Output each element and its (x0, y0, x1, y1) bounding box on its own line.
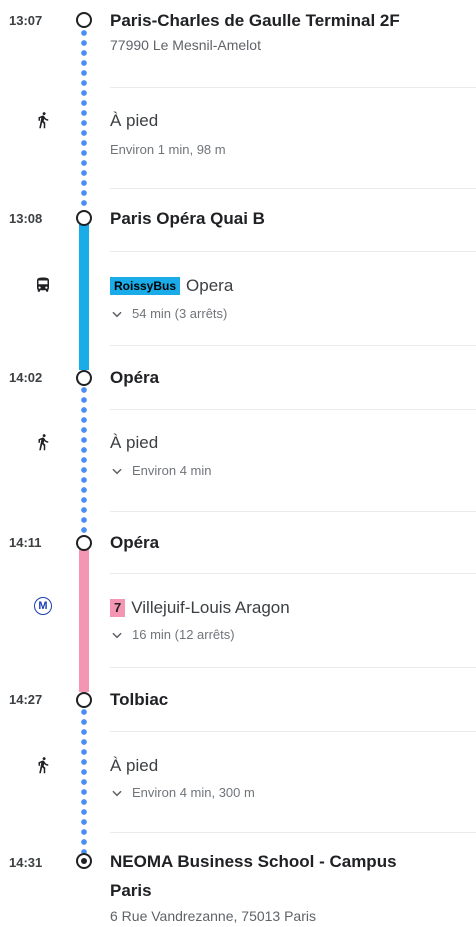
bus-route-line (79, 224, 89, 370)
destination-address: 6 Rue Vandrezanne, 75013 Paris (110, 908, 316, 924)
metro-route-line (79, 549, 89, 692)
walk-dotted-line-1 (79, 28, 89, 208)
walk-detail: Environ 1 min, 98 m (110, 141, 226, 159)
stop-marker (76, 535, 92, 551)
walk-detail-toggle[interactable]: Environ 4 min (110, 462, 211, 480)
stop-name[interactable]: Tolbiac (110, 689, 168, 711)
walking-icon (38, 757, 49, 774)
walk-detail-text: Environ 4 min (132, 463, 212, 478)
stop-marker (76, 692, 92, 708)
metro-icon: M (34, 597, 52, 615)
walking-icon (38, 434, 49, 451)
stop-name[interactable]: Paris Opéra Quai B (110, 208, 265, 230)
divider (110, 667, 476, 668)
metro-symbol: M (38, 600, 48, 612)
metro-line-badge: 7 (110, 599, 126, 617)
divider (110, 87, 476, 88)
stop-time: 13:08 (9, 211, 43, 226)
walk-dotted-line-3 (79, 707, 89, 853)
stop-name[interactable]: Opéra (110, 532, 159, 554)
stop-marker (76, 210, 92, 226)
divider (110, 731, 476, 732)
bus-duration: 54 min (3 arrêts) (132, 306, 228, 321)
walk-detail-toggle[interactable]: Environ 4 min, 300 m (110, 784, 255, 802)
divider (110, 832, 476, 833)
chevron-down-icon (112, 311, 122, 318)
stop-time: 13:07 (9, 13, 43, 28)
divider (110, 511, 476, 512)
metro-line-row[interactable]: 7 Villejuif-Louis Aragon (110, 597, 290, 619)
metro-duration: 16 min (12 arrêts) (132, 627, 235, 642)
metro-detail-toggle[interactable]: 16 min (12 arrêts) (110, 626, 235, 644)
divider (110, 251, 476, 252)
stop-name[interactable]: Opéra (110, 367, 159, 389)
chevron-down-icon (112, 468, 122, 475)
divider (110, 573, 476, 574)
stop-name[interactable]: Paris-Charles de Gaulle Terminal 2F (110, 10, 400, 32)
bus-icon (37, 277, 49, 292)
stop-time: 14:02 (9, 370, 43, 385)
metro-direction: Villejuif-Louis Aragon (131, 598, 290, 617)
stop-address: 77990 Le Mesnil-Amelot (110, 37, 261, 53)
divider (110, 188, 476, 189)
destination-name-line-2[interactable]: Paris (110, 880, 152, 902)
walk-detail-text: Environ 1 min, 98 m (110, 142, 226, 157)
bus-detail-toggle[interactable]: 54 min (3 arrêts) (110, 305, 227, 323)
chevron-down-icon (112, 790, 122, 797)
bus-line-badge: RoissyBus (110, 277, 181, 295)
destination-name-line-1[interactable]: NEOMA Business School - Campus (110, 851, 397, 873)
walk-label: À pied (110, 756, 159, 775)
walking-icon (38, 112, 49, 129)
divider (110, 409, 476, 410)
divider (110, 345, 476, 346)
chevron-down-icon (112, 632, 122, 639)
stop-time: 14:31 (9, 855, 43, 870)
destination-marker-dot (81, 858, 87, 864)
walk-detail-text: Environ 4 min, 300 m (132, 785, 255, 800)
stop-marker (76, 370, 92, 386)
stop-time: 14:11 (9, 535, 42, 550)
stop-marker (76, 12, 92, 28)
walk-label: À pied (110, 433, 159, 452)
walk-dotted-line-2 (79, 385, 89, 533)
walk-label: À pied (110, 111, 159, 130)
bus-direction: Opera (186, 276, 234, 295)
bus-line-row[interactable]: RoissyBus Opera (110, 275, 233, 297)
stop-time: 14:27 (9, 692, 43, 707)
